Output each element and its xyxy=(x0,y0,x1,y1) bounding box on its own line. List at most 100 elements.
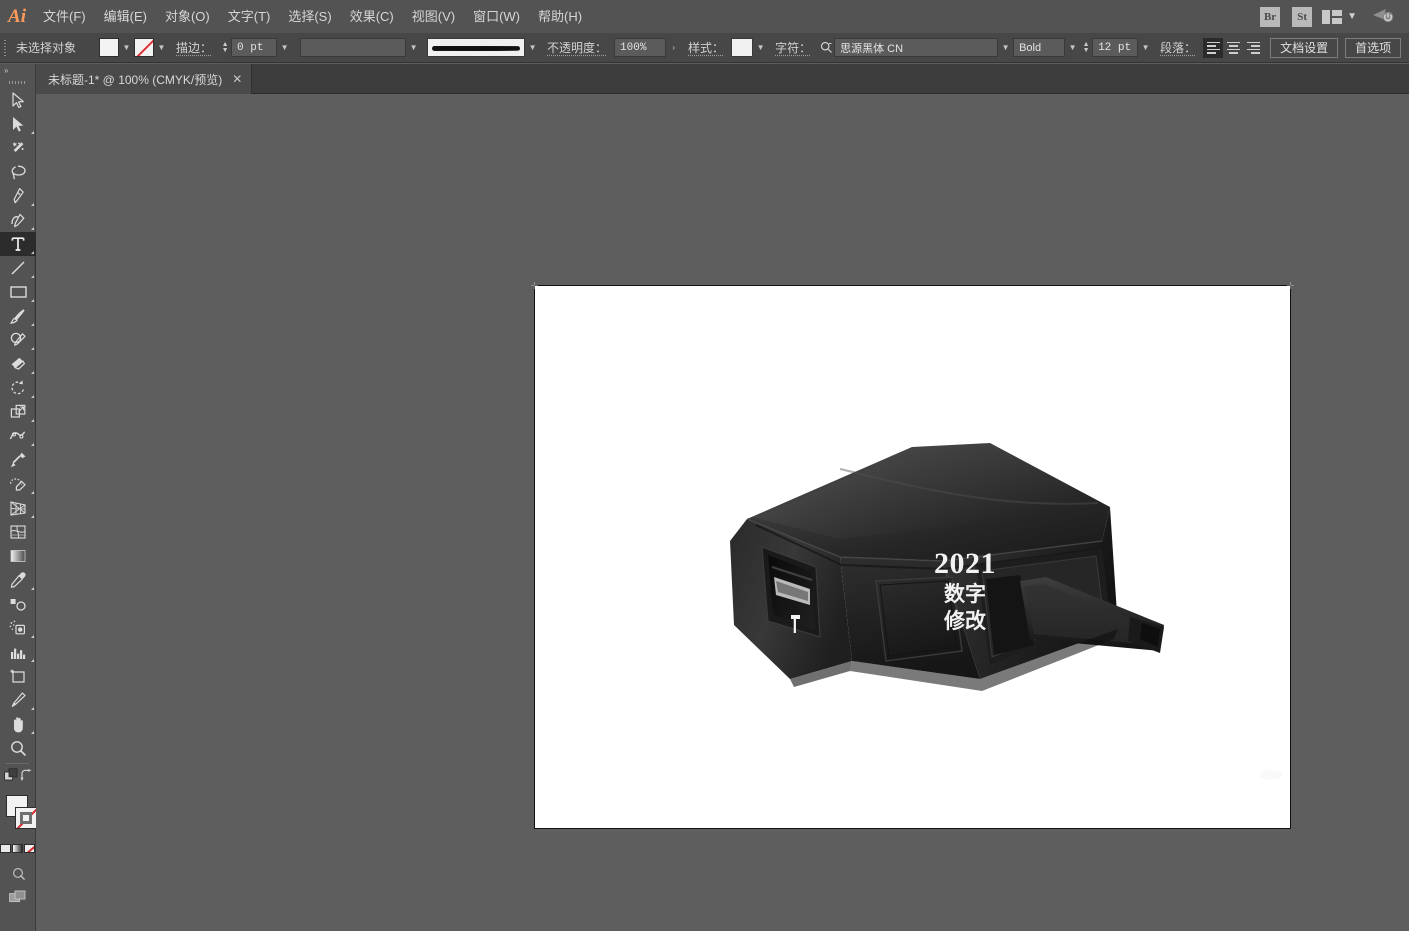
gradient-mode-button[interactable] xyxy=(12,844,23,853)
document-canvas[interactable]: 2021 数字 修改 xyxy=(36,95,1409,931)
menu-select[interactable]: 选择(S) xyxy=(279,0,340,33)
menu-help[interactable]: 帮助(H) xyxy=(529,0,591,33)
rectangle-tool[interactable] xyxy=(0,280,36,304)
curvature-tool[interactable] xyxy=(0,208,36,232)
stroke-weight-dropdown-arrow[interactable]: ▼ xyxy=(277,38,292,57)
font-size-stepper[interactable]: ▲▼ xyxy=(1080,38,1092,57)
brush-definition-field[interactable] xyxy=(427,38,525,57)
menu-type[interactable]: 文字(T) xyxy=(219,0,280,33)
shaper-tool[interactable] xyxy=(0,328,36,352)
direct-selection-tool[interactable] xyxy=(0,112,36,136)
align-left-button[interactable] xyxy=(1203,38,1223,58)
workspace-switcher-icon xyxy=(1322,10,1342,24)
drawing-modes-button[interactable] xyxy=(0,861,36,885)
stroke-weight-value[interactable]: 0 pt xyxy=(231,38,277,57)
zoom-tool[interactable] xyxy=(0,736,36,760)
document-setup-button[interactable]: 文档设置 xyxy=(1270,38,1338,58)
tools-collapse-button[interactable]: » xyxy=(0,64,35,77)
font-search-icon[interactable] xyxy=(818,41,834,54)
column-graph-tool[interactable] xyxy=(0,640,36,664)
close-icon[interactable]: ✕ xyxy=(232,73,242,85)
artboard-tool[interactable] xyxy=(0,664,36,688)
font-family-dropdown-arrow[interactable]: ▼ xyxy=(998,38,1013,57)
style-dropdown-arrow[interactable]: ▼ xyxy=(753,38,768,57)
style-label: 样式： xyxy=(681,39,731,56)
stroke-color-swatch[interactable] xyxy=(134,38,154,57)
rotate-tool[interactable] xyxy=(0,376,36,400)
opacity-flyout-arrow[interactable]: › xyxy=(666,38,681,57)
cloud-sync-icon[interactable] xyxy=(1371,5,1395,28)
menu-effect[interactable]: 效果(C) xyxy=(341,0,403,33)
fill-color-swatch[interactable] xyxy=(99,38,119,57)
scale-tool[interactable] xyxy=(0,400,36,424)
mesh-tool[interactable] xyxy=(0,520,36,544)
blend-tool[interactable] xyxy=(0,592,36,616)
magic-wand-tool[interactable] xyxy=(0,136,36,160)
menu-view[interactable]: 视图(V) xyxy=(403,0,464,33)
workspace-switcher[interactable]: ▼ xyxy=(1322,10,1357,24)
bridge-button[interactable]: Br xyxy=(1260,7,1280,27)
opacity-value[interactable]: 100% xyxy=(614,38,666,57)
fill-stroke-swatches xyxy=(0,793,35,839)
stroke-weight-stepper[interactable]: ▲▼ xyxy=(219,38,231,57)
paragraph-align-group xyxy=(1203,38,1263,58)
font-style-dropdown-arrow[interactable]: ▼ xyxy=(1065,38,1080,57)
font-family-field[interactable]: 思源黑体 CN xyxy=(834,38,998,57)
control-bar-grip[interactable] xyxy=(0,33,9,63)
free-transform-tool[interactable] xyxy=(0,448,36,472)
menu-window[interactable]: 窗口(W) xyxy=(464,0,529,33)
screen-mode-button[interactable] xyxy=(0,885,36,909)
none-mode-button[interactable] xyxy=(24,844,35,853)
brush-definition-dropdown-arrow[interactable]: ▼ xyxy=(525,38,540,57)
eyedropper-tool[interactable] xyxy=(0,568,36,592)
stroke-dropdown-arrow[interactable]: ▼ xyxy=(154,38,169,57)
color-mode-button[interactable] xyxy=(0,844,11,853)
menu-file[interactable]: 文件(F) xyxy=(34,0,95,33)
stroke-profile-dropdown-arrow[interactable]: ▼ xyxy=(406,38,421,57)
slice-tool[interactable] xyxy=(0,688,36,712)
paragraph-label: 段落： xyxy=(1153,39,1203,56)
canvas-faint-mark xyxy=(1260,770,1282,780)
tools-divider xyxy=(6,763,29,764)
shape-builder-tool[interactable] xyxy=(0,472,36,496)
align-right-button[interactable] xyxy=(1243,38,1263,58)
menu-edit[interactable]: 编辑(E) xyxy=(95,0,156,33)
control-bar: 未选择对象 ▼ ▼ 描边： ▲▼ 0 pt ▼ ▼ ▼ 不透明度： 100% ›… xyxy=(0,33,1409,63)
default-fill-stroke-icon[interactable] xyxy=(4,768,19,788)
color-mode-row xyxy=(0,841,35,855)
eraser-tool[interactable] xyxy=(0,352,36,376)
lasso-tool[interactable] xyxy=(0,160,36,184)
type-tool[interactable] xyxy=(0,232,36,256)
usb-power-adapter-artwork[interactable]: 2021 数字 修改 xyxy=(690,429,1165,699)
symbol-sprayer-tool[interactable] xyxy=(0,616,36,640)
paintbrush-tool[interactable] xyxy=(0,304,36,328)
width-tool[interactable] xyxy=(0,424,36,448)
pen-tool[interactable] xyxy=(0,184,36,208)
tools-panel: » xyxy=(0,64,36,931)
opacity-label: 不透明度： xyxy=(540,39,614,56)
font-style-field[interactable]: Bold xyxy=(1013,38,1065,57)
gradient-tool[interactable] xyxy=(0,544,36,568)
menu-object[interactable]: 对象(O) xyxy=(156,0,219,33)
fill-dropdown-arrow[interactable]: ▼ xyxy=(119,38,134,57)
preferences-button[interactable]: 首选项 xyxy=(1345,38,1401,58)
align-center-button[interactable] xyxy=(1223,38,1243,58)
font-size-dropdown-arrow[interactable]: ▼ xyxy=(1138,38,1153,57)
tools-panel-grip[interactable] xyxy=(0,77,35,88)
selection-tool[interactable] xyxy=(0,88,36,112)
artboard-corner-mark xyxy=(1287,282,1294,289)
perspective-grid-tool[interactable] xyxy=(0,496,36,520)
stroke-swatch[interactable] xyxy=(15,807,37,829)
line-segment-tool[interactable] xyxy=(0,256,36,280)
stroke-profile-field[interactable] xyxy=(300,38,406,57)
document-tab[interactable]: 未标题-1* @ 100% (CMYK/预览) ✕ xyxy=(36,64,252,94)
font-size-field[interactable]: 12 pt xyxy=(1092,38,1138,57)
swap-fill-stroke-icon[interactable] xyxy=(19,769,33,787)
artboard[interactable]: 2021 数字 修改 xyxy=(534,285,1291,829)
menu-bar: Ai 文件(F) 编辑(E) 对象(O) 文字(T) 选择(S) 效果(C) 视… xyxy=(0,0,1409,33)
hand-tool[interactable] xyxy=(0,712,36,736)
app-logo: Ai xyxy=(0,0,34,33)
document-tab-strip: 未标题-1* @ 100% (CMYK/预览) ✕ xyxy=(36,64,1409,94)
stock-button[interactable]: St xyxy=(1292,7,1312,27)
graphic-style-swatch[interactable] xyxy=(731,38,753,57)
